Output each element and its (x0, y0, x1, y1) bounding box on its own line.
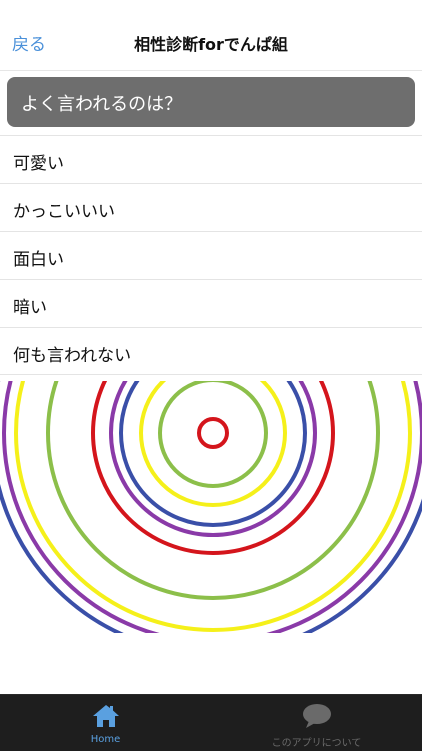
answer-option-gloomy[interactable]: 暗い (0, 279, 422, 327)
navigation-bar: 戻る 相性診断forでんぱ組 (0, 0, 422, 71)
tab-home-label: Home (90, 734, 121, 745)
speech-bubble-icon (302, 704, 331, 728)
answer-list: 可愛い かっこいいい 面白い 暗い 何も言われない (0, 135, 422, 375)
home-icon (92, 705, 119, 727)
answer-option-cute[interactable]: 可愛い (0, 135, 422, 183)
ring-red-center (197, 417, 229, 449)
question-banner: よく言われるのは？ (7, 77, 415, 127)
tab-about-label: このアプリについて (271, 738, 362, 749)
tab-about[interactable]: このアプリについて (211, 695, 422, 751)
decorative-rings-image (0, 381, 422, 633)
ring-green-large (46, 381, 380, 600)
tab-home[interactable]: Home (0, 695, 211, 751)
concentric-rings-graphic (0, 381, 422, 633)
page-title: 相性診断forでんぱ組 (134, 35, 288, 54)
answer-option-cool[interactable]: かっこいいい (0, 183, 422, 231)
ring-green-small (158, 381, 268, 488)
tab-bar: Home このアプリについて (0, 694, 422, 751)
ring-purple-mid (109, 381, 317, 537)
answer-option-funny[interactable]: 面白い (0, 231, 422, 279)
answer-option-nothing[interactable]: 何も言われない (0, 327, 422, 375)
